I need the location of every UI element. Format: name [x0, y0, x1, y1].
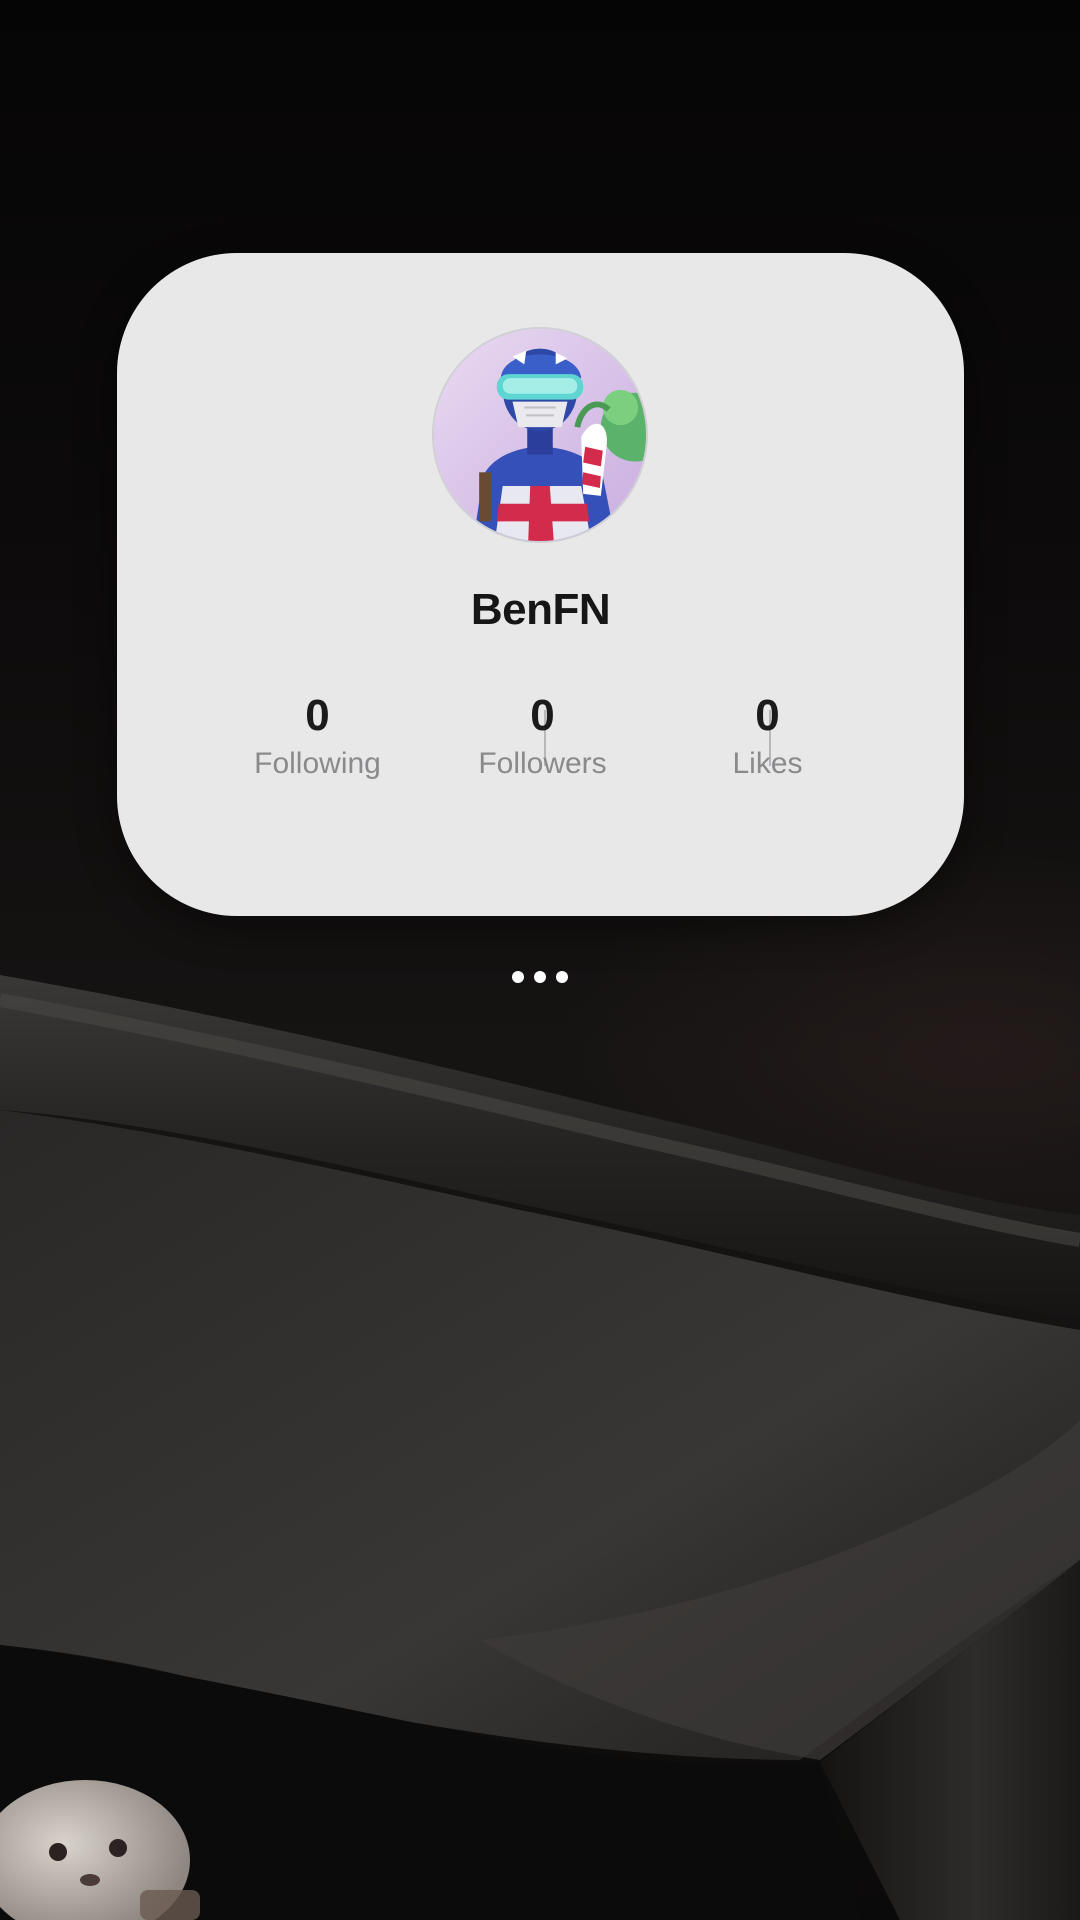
- likes-count: 0: [755, 691, 780, 740]
- following-count: 0: [305, 691, 330, 740]
- profile-widget-card[interactable]: BenFN 0 Following 0 Followers 0 Likes: [117, 253, 964, 916]
- avatar-image: [434, 329, 646, 541]
- profile-avatar[interactable]: [432, 327, 648, 543]
- likes-label: Likes: [732, 747, 803, 780]
- stat-likes[interactable]: 0 Likes: [655, 690, 880, 784]
- dot: [512, 971, 524, 983]
- stat-followers[interactable]: 0 Followers: [430, 690, 655, 784]
- dot: [556, 971, 568, 983]
- stat-following[interactable]: 0 Following: [205, 690, 430, 784]
- followers-count: 0: [530, 691, 555, 740]
- profile-stats: 0 Following 0 Followers 0 Likes: [205, 690, 880, 800]
- more-dots-icon[interactable]: [512, 970, 568, 984]
- dot: [534, 971, 546, 983]
- profile-username: BenFN: [470, 585, 611, 634]
- followers-label: Followers: [478, 747, 607, 780]
- following-label: Following: [254, 747, 381, 780]
